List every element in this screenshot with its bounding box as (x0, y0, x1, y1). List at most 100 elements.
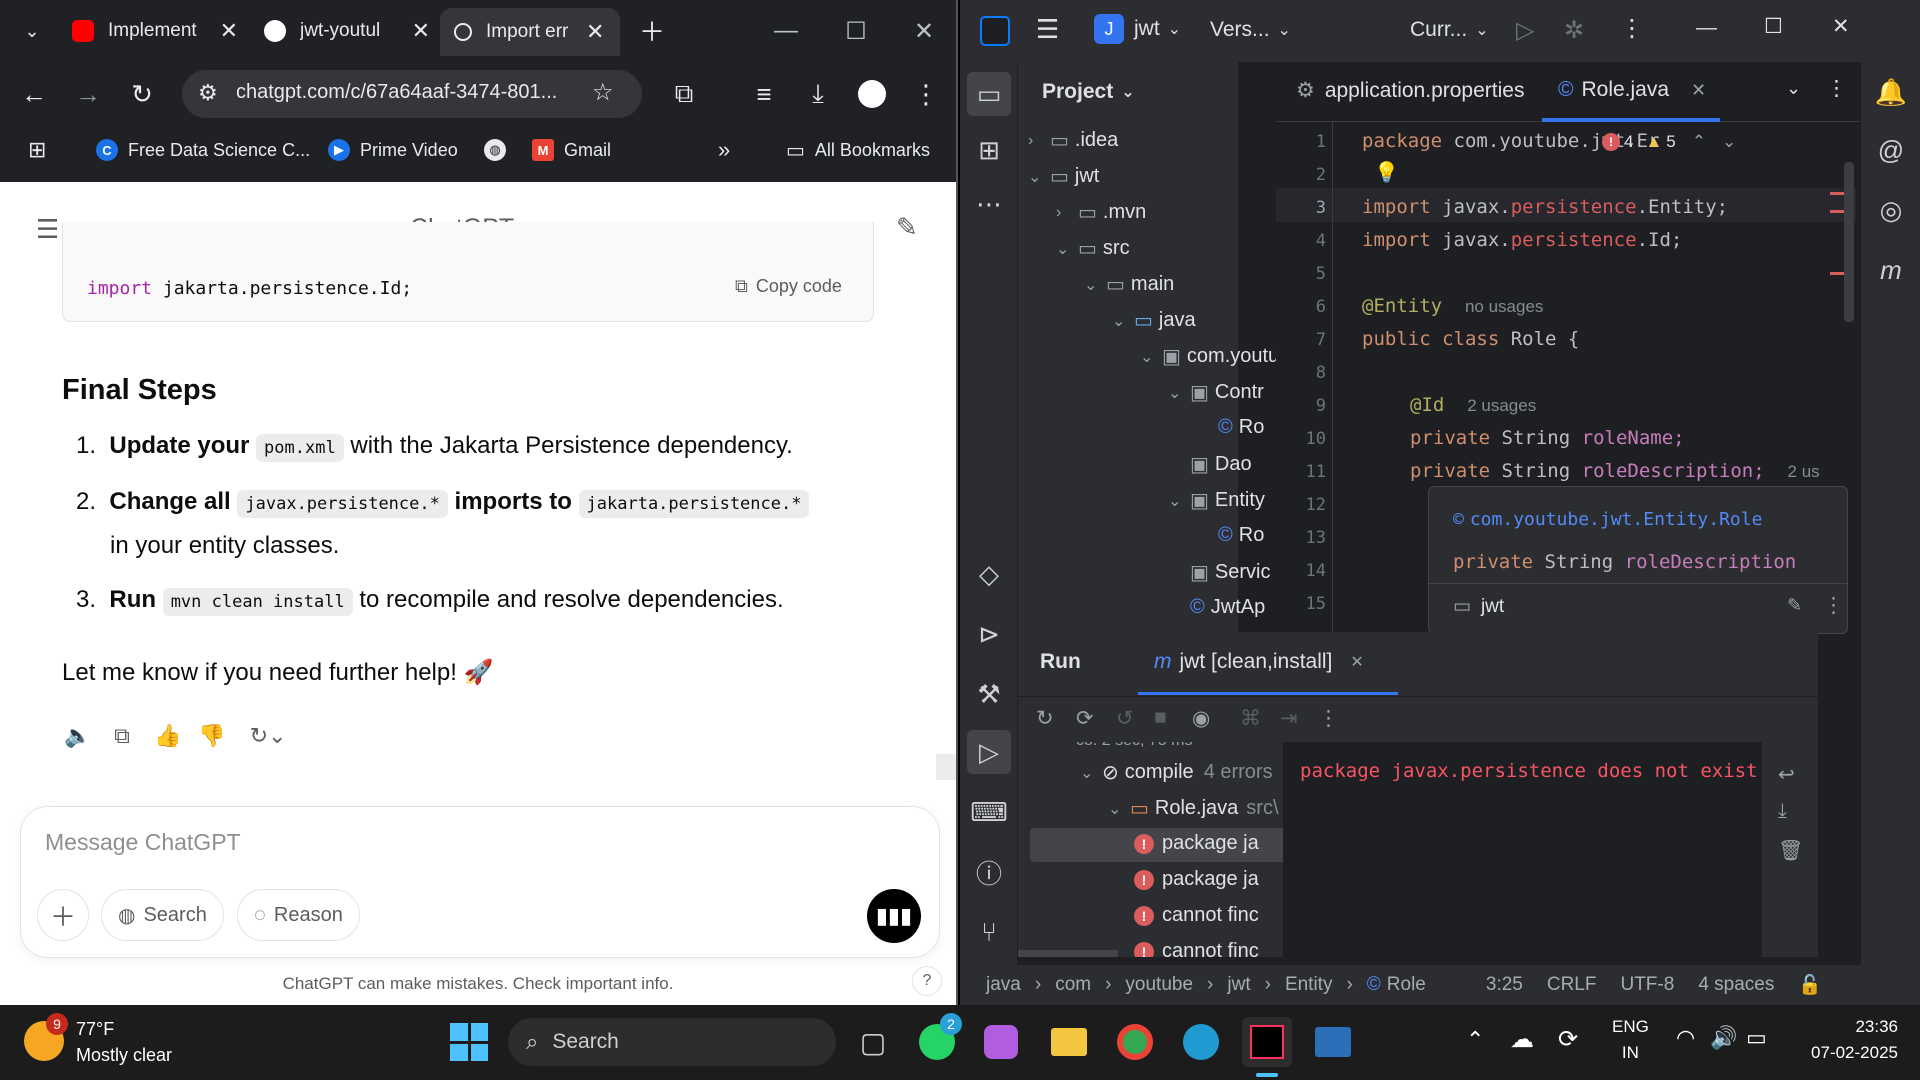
close-window-button[interactable]: ✕ (896, 8, 952, 54)
close-icon[interactable]: ✕ (412, 18, 430, 44)
copy-code-button[interactable]: ⧉ Copy code (735, 276, 842, 297)
build-error-item[interactable]: ! package ja (1134, 868, 1259, 891)
thumbs-down-icon[interactable]: 👎 (194, 718, 230, 754)
tree-item[interactable]: ▣ Servic (1190, 560, 1270, 585)
chrome-menu-icon[interactable]: ⋮ (906, 74, 946, 114)
toggle-offline-icon[interactable]: ↺ (1116, 706, 1134, 731)
tree-item[interactable]: ⌄ ▣ Entity (1168, 488, 1265, 513)
reason-button[interactable]: ◌ Reason (237, 889, 360, 941)
file-encoding[interactable]: UTF-8 (1620, 974, 1674, 996)
close-icon[interactable]: ✕ (586, 19, 604, 45)
layers-icon[interactable]: ◇ (967, 552, 1011, 596)
voice-mode-button[interactable]: ▮▮▮ (867, 889, 921, 943)
project-tool-icon[interactable]: ▭ (967, 72, 1011, 116)
bookmark-globe[interactable]: ◍ (484, 134, 516, 166)
breadcrumb-item[interactable]: Entity (1285, 974, 1333, 996)
tab-role-java[interactable]: © Role.java ✕ (1558, 78, 1706, 102)
battery-icon[interactable]: ▭ (1746, 1025, 1767, 1051)
all-bookmarks[interactable]: ▭ All Bookmarks (786, 134, 930, 166)
breadcrumb-item[interactable]: com (1055, 974, 1091, 996)
tree-item[interactable]: ⌄ ▣ Contr (1168, 380, 1264, 405)
structure-tool-icon[interactable]: ⊞ (967, 128, 1011, 172)
sidebar-toggle-icon[interactable]: ☰ (36, 214, 59, 245)
editor-scrollbar[interactable] (1844, 162, 1854, 322)
tab-application-properties[interactable]: ⚙ application.properties (1296, 78, 1524, 103)
clear-all-icon[interactable]: 🗑 (1778, 838, 1803, 863)
search-button[interactable]: ◍ Search (101, 889, 224, 941)
line-separator[interactable]: CRLF (1547, 974, 1597, 996)
debug-icon[interactable]: ✲ (1564, 16, 1584, 45)
remote-desktop-icon[interactable] (1308, 1017, 1358, 1067)
caret-position[interactable]: 3:25 (1486, 974, 1523, 996)
show-output-icon[interactable]: ◉ (1192, 706, 1210, 731)
chrome-app-icon[interactable] (1110, 1017, 1160, 1067)
forward-button[interactable]: → (68, 74, 108, 114)
tree-item[interactable]: › ▭ .idea (1028, 128, 1118, 153)
reload-button[interactable]: ↻ (122, 74, 162, 114)
minimize-button[interactable]: — (758, 8, 814, 54)
edit-source-icon[interactable]: ✎ (1787, 595, 1802, 616)
start-button[interactable] (450, 1023, 488, 1061)
problems-icon[interactable]: ⓘ (967, 850, 1011, 894)
inspection-widget[interactable]: ! 4 ▲ 5 ⌃ ⌄ (1602, 132, 1736, 152)
popup-more-icon[interactable]: ⋮ (1823, 593, 1844, 618)
tab-github[interactable]: jwt-youtul ✕ (250, 10, 430, 52)
run-icon[interactable]: ▷ (1516, 16, 1534, 45)
close-icon[interactable]: ✕ (220, 18, 238, 44)
stop-icon[interactable]: ■ (1154, 706, 1167, 730)
tree-item[interactable]: ⌄ ▣ com.youtu (1140, 344, 1279, 369)
services-icon[interactable]: ⊳ (967, 612, 1011, 656)
rerun-failed-icon[interactable]: ⟳ (1076, 706, 1094, 731)
bookmarks-overflow[interactable]: » (718, 134, 730, 166)
tree-item[interactable]: ⌄ ▭ src (1056, 236, 1130, 261)
build-error-item[interactable]: ! cannot finc (1134, 904, 1259, 927)
run-more-icon[interactable]: ⋮ (1318, 706, 1339, 731)
clock[interactable]: 23:36 07-02-2025 (1808, 1017, 1898, 1063)
wifi-icon[interactable]: ◠ (1676, 1025, 1695, 1051)
lock-icon[interactable]: 🔓 (1798, 973, 1822, 997)
file-explorer-icon[interactable] (1044, 1017, 1094, 1067)
taskbar-search[interactable]: ⌕ Search (508, 1018, 836, 1066)
message-input[interactable]: Message ChatGPT (45, 829, 241, 856)
weather-condition[interactable]: Mostly clear (76, 1045, 172, 1066)
tree-item[interactable]: ⌄ ▭ main (1084, 272, 1174, 297)
main-menu-icon[interactable]: ☰ (1036, 14, 1059, 45)
copilot-icon[interactable]: ◎ (1869, 188, 1913, 232)
run-tool-icon[interactable]: ▷ (967, 730, 1011, 774)
tree-item[interactable]: © Ro (1218, 524, 1264, 547)
show-hidden-icons[interactable]: ⌃ (1466, 1027, 1484, 1053)
regenerate-icon[interactable]: ↻⌄ (240, 718, 296, 754)
build-error-item[interactable]: ! package ja (1134, 832, 1259, 855)
site-info-icon[interactable]: ⚙ (198, 80, 218, 106)
close-icon[interactable]: ✕ (1691, 80, 1706, 101)
intellij-app-icon[interactable] (1242, 1017, 1292, 1067)
address-bar[interactable]: ⚙ chatgpt.com/c/67a64aaf-3474-801... ☆ (182, 70, 642, 118)
build-tree-item[interactable]: ⌄ ▭ Role.java src\ (1108, 796, 1279, 821)
terminal-icon[interactable]: ⌨ (967, 790, 1011, 834)
profile-avatar[interactable] (852, 74, 892, 114)
bookmark-gmail[interactable]: M Gmail (532, 134, 611, 166)
bookmark-prime-video[interactable]: ▶ Prime Video (328, 134, 458, 166)
tab-implement[interactable]: Implement ✕ (58, 10, 238, 52)
tree-item[interactable]: › ▭ .mvn (1056, 200, 1146, 225)
extensions-icon[interactable]: ⧉ (664, 74, 704, 114)
scroll-to-end-icon[interactable]: ⤓ (1778, 800, 1787, 823)
tab-search-button[interactable]: ⌄ (10, 10, 54, 52)
run-config-selector[interactable]: Curr... ⌄ (1410, 18, 1489, 42)
language-indicator[interactable]: ENG IN (1612, 1017, 1649, 1063)
maximize-button[interactable]: ☐ (828, 8, 884, 54)
read-aloud-icon[interactable]: 🔈 (60, 718, 96, 754)
console-output[interactable]: package javax.persistence does not exist (1284, 742, 1762, 957)
copilot-app-icon[interactable] (976, 1017, 1026, 1067)
maven-icon[interactable]: m (1869, 248, 1913, 292)
volume-icon[interactable]: 🔊 (1710, 1025, 1737, 1051)
vcs-menu[interactable]: Vers... ⌄ (1210, 18, 1291, 42)
bookmark-free-data-science[interactable]: C Free Data Science C... (96, 134, 310, 166)
git-icon[interactable]: ⑂ (967, 910, 1011, 954)
breadcrumb-item[interactable]: youtube (1125, 974, 1193, 996)
new-tab-button[interactable]: ＋ (632, 10, 672, 50)
help-button[interactable]: ? (912, 966, 942, 996)
close-window-button[interactable]: ✕ (1832, 14, 1850, 39)
task-view-icon[interactable]: ▢ (848, 1017, 898, 1067)
prev-highlight-icon[interactable]: ⌃ (1692, 132, 1706, 152)
